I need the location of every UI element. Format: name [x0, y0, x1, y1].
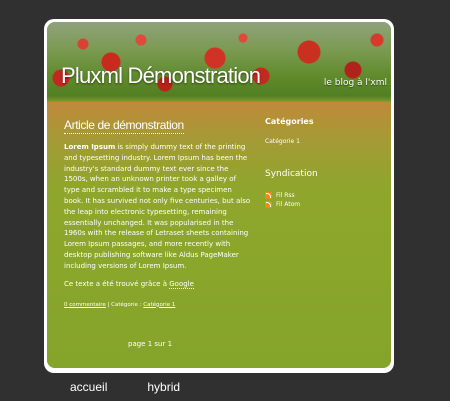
- header-banner: Pluxml Démonstration le blog à l'xml: [47, 22, 391, 102]
- category-link[interactable]: Catégorie 1: [143, 302, 175, 308]
- pagination: page 1 sur 1: [128, 340, 173, 348]
- main-area: Article de démonstration Lorem Ipsum is …: [47, 102, 391, 368]
- syndication-heading: Syndication: [265, 169, 318, 179]
- categories-heading: Catégories: [265, 117, 314, 126]
- feed-rss-label: Fil Rss: [276, 192, 295, 199]
- article-lead: Lorem Ipsum: [64, 143, 116, 151]
- site-title[interactable]: Pluxml Démonstration: [61, 63, 261, 89]
- site-description: le blog à l'xml: [323, 78, 387, 88]
- nav-hybrid-link[interactable]: hybrid: [147, 380, 180, 394]
- article-meta: 0 commentaire | Catégorie : Catégorie 1: [64, 302, 252, 308]
- blog-card: Pluxml Démonstration le blog à l'xml Art…: [47, 22, 391, 368]
- feed-rss[interactable]: Fil Rss: [265, 192, 385, 199]
- article-source: Ce texte a été trouvé grâce à Google: [64, 279, 252, 289]
- source-prefix: Ce texte a été trouvé grâce à: [64, 279, 170, 288]
- rss-icon: [265, 192, 272, 199]
- article-text: is simply dummy text of the printing and…: [64, 143, 251, 270]
- feed-atom[interactable]: Fil Atom: [265, 201, 385, 208]
- source-link[interactable]: Google: [169, 279, 194, 289]
- bottom-nav: accueil hybrid: [70, 380, 180, 394]
- rss-icon: [265, 201, 272, 208]
- category-label: | Catégorie :: [105, 301, 144, 308]
- comments-link[interactable]: 0 commentaire: [64, 302, 106, 308]
- sidebar: Catégories Catégorie 1 Syndication Fil R…: [265, 117, 385, 208]
- page-frame: Pluxml Démonstration le blog à l'xml Art…: [44, 19, 394, 373]
- feed-atom-label: Fil Atom: [276, 201, 301, 208]
- sidebar-item-category-1[interactable]: Catégorie 1: [265, 138, 385, 145]
- feed-list: Fil Rss Fil Atom: [265, 192, 385, 208]
- article-body: Lorem Ipsum is simply dummy text of the …: [64, 142, 252, 272]
- article-title[interactable]: Article de démonstration: [64, 118, 184, 134]
- article: Article de démonstration Lorem Ipsum is …: [64, 114, 252, 308]
- nav-home-link[interactable]: accueil: [70, 380, 107, 394]
